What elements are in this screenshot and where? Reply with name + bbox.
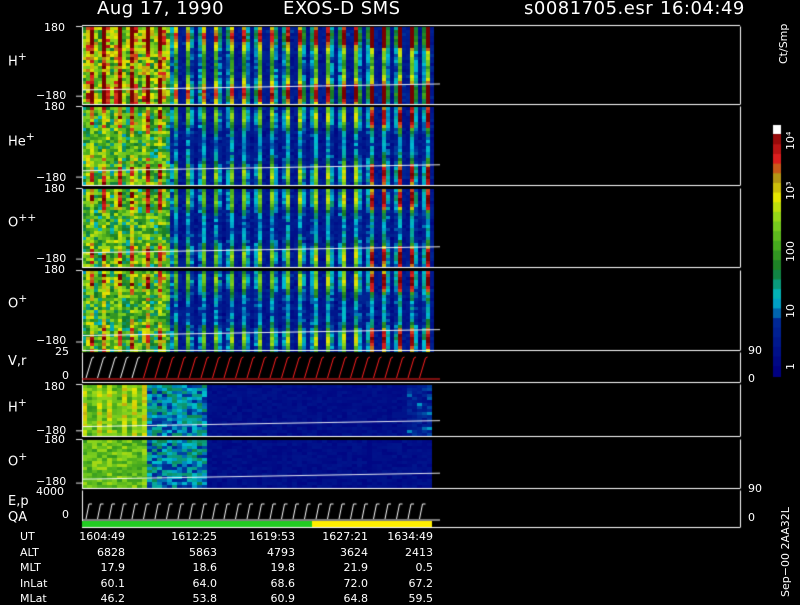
- ephemeris-value: 19.8: [270, 561, 296, 574]
- ephemeris-value: 17.9: [100, 561, 126, 574]
- ephemeris-value: 68.6: [270, 576, 296, 590]
- panel-label-o-plus: O+: [8, 292, 28, 312]
- ephemeris-value: 67.2: [408, 576, 434, 590]
- ephemeris-value: 60.1: [100, 576, 126, 590]
- plot-date: Aug 17, 1990: [97, 0, 225, 19]
- ephemeris-row-label: ALT: [20, 545, 39, 559]
- tick-label: 180: [44, 380, 65, 393]
- ephemeris-value: 4793: [267, 545, 295, 559]
- ephemeris-row-label: MLT: [20, 561, 41, 574]
- ephemeris-value: 5863: [189, 545, 217, 559]
- ephemeris-value: 1634:49: [387, 530, 433, 543]
- ephemeris-value: 46.2: [100, 592, 126, 605]
- panel-label-he-plus: He+: [8, 130, 35, 150]
- panel-label-ep: E,p: [8, 494, 29, 509]
- plot-time: 16:04:49: [660, 0, 745, 19]
- tick-label: 180: [44, 263, 65, 276]
- ephemeris-value: 53.8: [192, 592, 218, 605]
- tick-label: 180: [44, 21, 65, 34]
- ephemeris-value: 1604:49: [79, 530, 125, 543]
- panel-label-vr: V,r: [8, 354, 27, 369]
- colorbar-title: Ct/Smp: [777, 23, 790, 64]
- ephemeris-value: 6828: [97, 545, 125, 559]
- ephemeris-value: 1612:25: [171, 530, 217, 543]
- ephemeris-value: 0.5: [415, 561, 434, 574]
- ephemeris-row-label: UT: [20, 530, 35, 543]
- right-tick-label: 0: [748, 511, 755, 524]
- panel-label-h-plus: H+: [8, 50, 27, 70]
- ephemeris-value: 64.0: [192, 576, 218, 590]
- ephemeris-value: 3624: [340, 545, 368, 559]
- panel-label-h-plus-2: H+: [8, 396, 27, 416]
- tick-label: 25: [55, 345, 69, 358]
- footer-tag: Sep−00 2AA32L: [779, 507, 792, 597]
- panel-label-o-plusplus: O++: [8, 211, 37, 231]
- colorbar-tick: 10³: [784, 181, 797, 200]
- ephemeris-value: 21.9: [343, 561, 369, 574]
- right-tick-label: 0: [748, 372, 755, 385]
- right-tick-label: 90: [748, 482, 762, 495]
- ephemeris-value: 18.6: [192, 561, 218, 574]
- tick-label: 180: [44, 100, 65, 113]
- ephemeris-value: 59.5: [408, 592, 434, 605]
- plot-file: s0081705.esr: [524, 0, 654, 19]
- ephemeris-row-label: MLat: [20, 592, 47, 605]
- right-tick-label: 90: [748, 344, 762, 357]
- panel-label-o-plus-2: O+: [8, 450, 28, 470]
- tick-label: 180: [44, 182, 65, 195]
- tick-label: 4000: [36, 485, 64, 498]
- ephemeris-value: 1619:53: [249, 530, 295, 543]
- spectrogram-canvas: [0, 0, 800, 600]
- ephemeris-row-label: InLat: [20, 576, 48, 590]
- ephemeris-value: 1627:21: [322, 530, 368, 543]
- ephemeris-value: 2413: [405, 545, 433, 559]
- plot-instrument: EXOS-D SMS: [283, 0, 401, 19]
- ephemeris-value: 60.9: [270, 592, 296, 605]
- tick-label: 180: [44, 433, 65, 446]
- ephemeris-value: 72.0: [343, 576, 369, 590]
- colorbar-tick: 1: [784, 363, 797, 370]
- panel-label-qa: QA: [8, 510, 28, 525]
- colorbar-tick: 10⁴: [784, 131, 797, 150]
- tick-label: 0: [62, 508, 69, 521]
- ephemeris-value: 64.8: [343, 592, 369, 605]
- colorbar-tick: 100: [784, 241, 797, 262]
- colorbar-tick: 10: [784, 304, 797, 318]
